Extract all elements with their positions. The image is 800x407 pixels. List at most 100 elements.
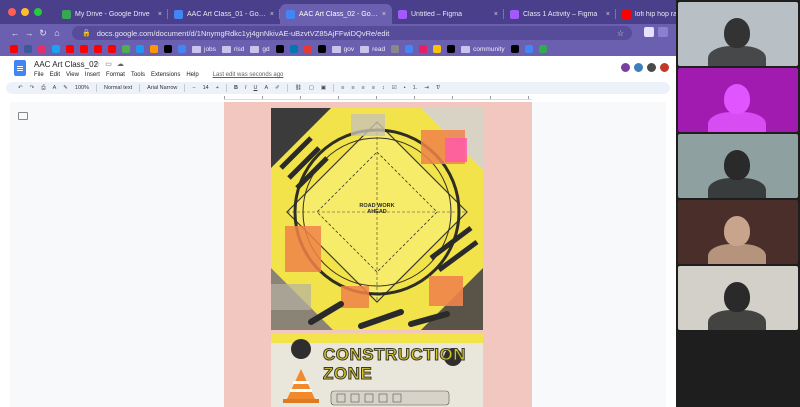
home-icon[interactable]: ⌂ bbox=[50, 28, 64, 38]
bookmark-item[interactable] bbox=[538, 45, 547, 53]
browser-tab[interactable]: lofi hip hop radio× bbox=[616, 4, 676, 24]
spellcheck-icon[interactable]: A bbox=[53, 85, 57, 91]
collaborator-avatar[interactable] bbox=[646, 62, 657, 73]
bookmark-item[interactable] bbox=[447, 45, 456, 53]
menu-format[interactable]: Format bbox=[106, 72, 125, 78]
menu-view[interactable]: View bbox=[66, 72, 79, 78]
close-tab-icon[interactable]: × bbox=[382, 11, 386, 18]
maximize-window-button[interactable] bbox=[34, 8, 42, 16]
comment-icon[interactable]: ▢ bbox=[309, 85, 314, 91]
paint-format-icon[interactable]: ✎ bbox=[63, 85, 68, 91]
poster-image-road-work[interactable]: ROAD WORK AHEAD bbox=[271, 108, 483, 330]
redo-icon[interactable]: ↷ bbox=[30, 85, 35, 91]
bookmark-item[interactable] bbox=[136, 45, 144, 53]
align-left-icon[interactable]: ≡ bbox=[341, 85, 344, 91]
style-select[interactable]: Normal text bbox=[104, 85, 132, 91]
print-icon[interactable]: ⎙ bbox=[41, 85, 45, 92]
bookmark-folder[interactable]: jobs bbox=[192, 45, 216, 53]
back-icon[interactable]: ← bbox=[8, 28, 22, 38]
bookmark-item[interactable] bbox=[164, 45, 172, 53]
collaborator-avatar[interactable] bbox=[633, 62, 644, 73]
participant-video-tile[interactable] bbox=[678, 68, 798, 132]
menu-file[interactable]: File bbox=[34, 72, 44, 78]
move-folder-icon[interactable]: ▭ bbox=[105, 60, 112, 68]
minimize-window-button[interactable] bbox=[21, 8, 29, 16]
highlight-icon[interactable]: ✐ bbox=[275, 85, 280, 91]
close-window-button[interactable] bbox=[8, 8, 16, 16]
menu-extensions[interactable]: Extensions bbox=[151, 72, 180, 78]
link-icon[interactable]: ⛓ bbox=[295, 85, 302, 91]
bookmark-item[interactable] bbox=[150, 45, 158, 53]
document-title[interactable]: AAC Art Class_02 bbox=[34, 60, 98, 69]
clear-formatting-icon[interactable]: T̸ bbox=[436, 85, 439, 91]
menu-insert[interactable]: Insert bbox=[85, 72, 100, 78]
checklist-icon[interactable]: ☑ bbox=[392, 85, 397, 91]
bookmark-folder[interactable]: gd bbox=[250, 45, 270, 53]
bookmark-item[interactable] bbox=[419, 45, 428, 53]
line-spacing-icon[interactable]: ↕ bbox=[382, 85, 385, 91]
text-color-icon[interactable]: A bbox=[264, 85, 268, 91]
bookmark-item[interactable] bbox=[66, 45, 74, 53]
bookmark-item[interactable] bbox=[303, 45, 312, 53]
profile-icon[interactable] bbox=[658, 27, 668, 37]
collaborator-avatar[interactable] bbox=[620, 62, 631, 73]
address-bar[interactable]: 🔒 docs.google.com/document/d/1NnymgRdkc1… bbox=[72, 26, 632, 40]
bookmark-item[interactable] bbox=[122, 45, 130, 53]
poster-image-construction-zone[interactable]: CONSTRUCTION ZONE bbox=[271, 333, 483, 407]
horizontal-ruler[interactable] bbox=[224, 96, 532, 100]
italic-icon[interactable]: I bbox=[245, 85, 247, 91]
bookmark-item[interactable] bbox=[80, 45, 88, 53]
bookmark-star-icon[interactable]: ☆ bbox=[617, 29, 624, 38]
bulleted-list-icon[interactable]: • bbox=[404, 85, 406, 91]
bold-icon[interactable]: B bbox=[234, 85, 238, 91]
browser-tab[interactable]: AAC Art Class_02 - Google Docs× bbox=[280, 4, 392, 24]
bookmark-folder[interactable]: community bbox=[461, 45, 505, 53]
decrease-font-icon[interactable]: − bbox=[192, 85, 195, 91]
browser-tab[interactable]: Class 1 Activity – Figma × bbox=[504, 4, 616, 24]
browser-tab[interactable]: AAC Art Class_01 - Google Docs× bbox=[168, 4, 280, 24]
bookmark-item[interactable] bbox=[38, 45, 46, 53]
align-right-icon[interactable]: ≡ bbox=[362, 85, 365, 91]
document-outline-icon[interactable] bbox=[18, 112, 28, 120]
font-select[interactable]: Arial Narrow bbox=[147, 85, 177, 91]
underline-icon[interactable]: U bbox=[253, 85, 257, 91]
participant-video-tile[interactable] bbox=[678, 134, 798, 198]
collaborator-avatar[interactable] bbox=[659, 62, 670, 73]
menu-help[interactable]: Help bbox=[186, 72, 198, 78]
indent-icon[interactable]: ⇥ bbox=[424, 85, 429, 91]
star-icon[interactable]: ☆ bbox=[94, 60, 100, 68]
participant-video-tile[interactable] bbox=[678, 2, 798, 66]
reload-icon[interactable]: ↻ bbox=[36, 28, 50, 39]
menu-edit[interactable]: Edit bbox=[50, 72, 60, 78]
font-size-input[interactable]: 14 bbox=[203, 85, 209, 91]
numbered-list-icon[interactable]: 1. bbox=[413, 85, 418, 91]
browser-tab[interactable]: My Drive - Google Drive × bbox=[56, 4, 168, 24]
bookmark-item[interactable] bbox=[275, 45, 284, 53]
close-tab-icon[interactable]: × bbox=[494, 11, 498, 18]
last-edit-link[interactable]: Last edit was seconds ago bbox=[213, 72, 284, 78]
bookmark-item[interactable] bbox=[108, 45, 116, 53]
zoom-select[interactable]: 100% bbox=[75, 85, 89, 91]
bookmark-item[interactable] bbox=[317, 45, 326, 53]
close-tab-icon[interactable]: × bbox=[158, 11, 162, 18]
bookmark-folder[interactable]: risd bbox=[221, 45, 244, 53]
bookmark-item[interactable] bbox=[405, 45, 414, 53]
align-center-icon[interactable]: ≡ bbox=[351, 85, 354, 91]
justify-icon[interactable]: ≡ bbox=[372, 85, 375, 91]
bookmark-folder[interactable]: gov bbox=[331, 45, 354, 53]
close-tab-icon[interactable]: × bbox=[606, 11, 610, 18]
undo-icon[interactable]: ↶ bbox=[18, 85, 23, 91]
browser-tab[interactable]: Untitled – Figma × bbox=[392, 4, 504, 24]
bookmark-folder[interactable]: read bbox=[360, 45, 385, 53]
document-page[interactable]: ROAD WORK AHEAD CONSTRUCTION ZONE bbox=[224, 102, 532, 407]
bookmark-item[interactable] bbox=[178, 45, 186, 53]
close-tab-icon[interactable]: × bbox=[270, 11, 274, 18]
bookmark-item[interactable] bbox=[10, 45, 18, 53]
participant-video-tile[interactable] bbox=[678, 200, 798, 264]
bookmark-item[interactable] bbox=[510, 45, 519, 53]
extension-icon[interactable] bbox=[644, 27, 654, 37]
bookmark-item[interactable] bbox=[289, 45, 298, 53]
bookmark-item[interactable] bbox=[391, 45, 400, 53]
menu-tools[interactable]: Tools bbox=[131, 72, 145, 78]
bookmark-item[interactable] bbox=[94, 45, 102, 53]
